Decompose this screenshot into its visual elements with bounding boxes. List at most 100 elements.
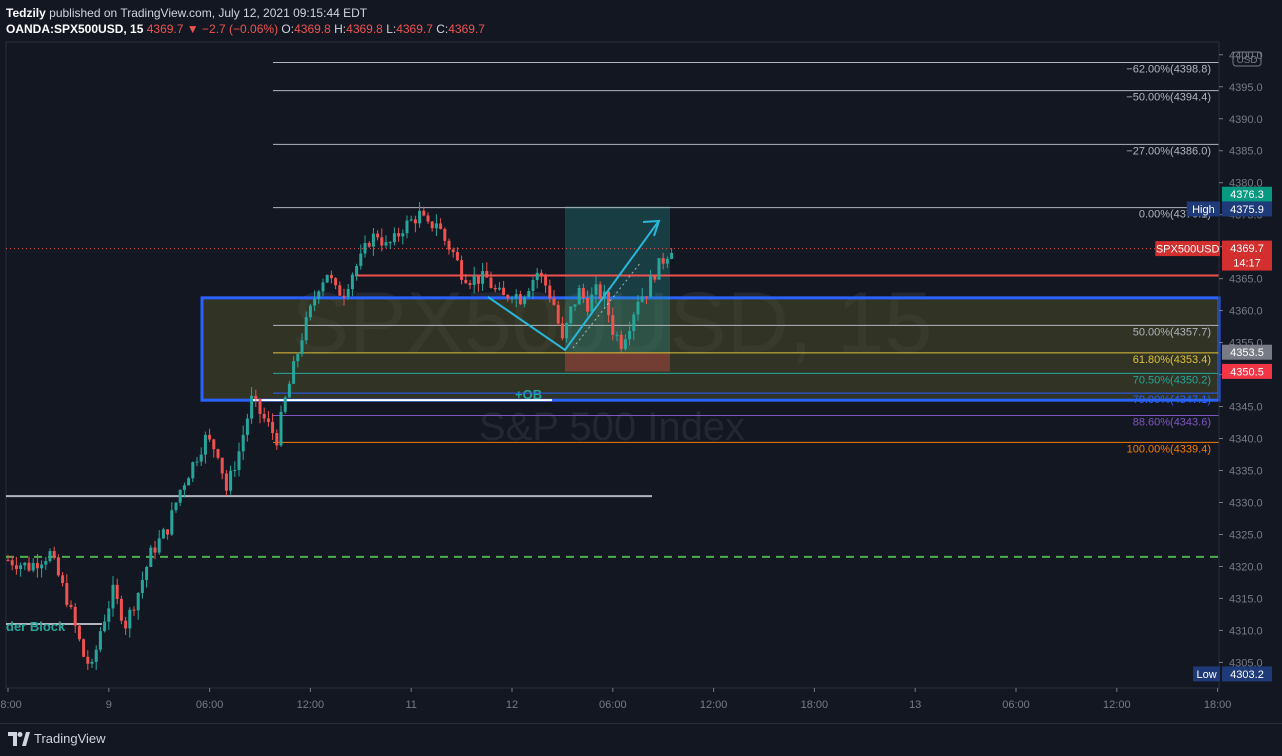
candle-body [195, 461, 199, 463]
fib-label-7: 79.00%(4347.1) [1133, 394, 1211, 406]
candle-body [556, 304, 560, 324]
time-tick-label: 06:00 [1002, 699, 1030, 711]
candle-body [434, 223, 438, 229]
candle-body [208, 434, 212, 440]
candle-body [439, 223, 443, 229]
candle-body [665, 258, 669, 264]
symbol-name[interactable]: OANDA:SPX500USD, 15 [6, 22, 143, 36]
candle-body [560, 323, 564, 339]
tradingview-logo-icon[interactable] [8, 732, 30, 746]
stop-zone [565, 352, 670, 372]
candle-body [241, 434, 245, 452]
last-price: 4369.7 [146, 22, 184, 36]
candle-body [266, 418, 270, 422]
candle-body [140, 579, 144, 593]
currency-label: USD [1236, 55, 1257, 66]
candle-body [397, 233, 401, 237]
candle-body [653, 276, 657, 280]
low-value: 4369.7 [396, 22, 433, 36]
price-tick-label: 4395.0 [1229, 82, 1263, 94]
candle-body [451, 249, 455, 253]
candle-body [443, 228, 447, 241]
candle-body [220, 457, 224, 474]
candle-body [481, 271, 485, 284]
price-tick-label: 4330.0 [1229, 498, 1263, 510]
candle-body [48, 551, 52, 562]
candle-body [413, 219, 417, 224]
candle-body [401, 233, 405, 237]
candle-body [279, 411, 283, 446]
candle-body [199, 454, 203, 462]
candle-body [174, 502, 178, 511]
publish-info: Tedzily published on TradingView.com, Ju… [6, 6, 367, 20]
candle-body [531, 279, 535, 291]
candle-body [170, 510, 174, 535]
candle-body [615, 334, 619, 336]
candle-body [292, 361, 296, 384]
time-tick-label: 06:00 [196, 699, 224, 711]
price-tick-label: 4365.0 [1229, 274, 1263, 286]
candle-body [94, 649, 98, 662]
low-label: L: [386, 22, 397, 36]
candle-body [250, 395, 254, 419]
candle-body [539, 272, 543, 277]
candle-body [40, 564, 44, 569]
candle-body [628, 331, 632, 340]
time-tick-label: 12:00 [1103, 699, 1131, 711]
price-tick-label: 4310.0 [1229, 625, 1263, 637]
footer-brand[interactable]: TradingView [34, 731, 106, 746]
candle-body [523, 296, 527, 305]
candle-body [405, 220, 409, 234]
candle-body [644, 296, 648, 298]
candle-body [304, 317, 308, 341]
candle-body [392, 233, 396, 243]
price-tag-prefix-5: Low [1196, 669, 1216, 681]
price-tick-label: 4360.0 [1229, 306, 1263, 318]
candle-body [577, 287, 581, 305]
candle-body [90, 661, 94, 664]
candle-body [552, 298, 556, 305]
candle-body [296, 353, 300, 362]
down-arrow-icon: ▼ [186, 22, 199, 36]
candle-body [338, 285, 342, 296]
candle-body [649, 276, 653, 298]
price-tick-label: 4340.0 [1229, 434, 1263, 446]
candle-body [128, 609, 132, 629]
price-tag-value-3: 4353.5 [1230, 347, 1264, 359]
candle-body [107, 608, 111, 622]
candle-body [56, 557, 60, 576]
candle-body [363, 243, 367, 254]
fib-label-6: 70.50%(4350.2) [1133, 374, 1211, 386]
time-tick-label: 12 [506, 699, 518, 711]
candle-body [191, 462, 195, 479]
candle-body [187, 478, 191, 486]
candle-body [86, 656, 90, 664]
candle-body [31, 562, 35, 571]
candle-body [623, 339, 627, 349]
author-name[interactable]: Tedzily [6, 6, 46, 20]
candle-body [212, 439, 216, 450]
candle-body [119, 598, 123, 621]
candle-body [245, 418, 249, 435]
candle-body [598, 284, 602, 299]
candle-body [409, 219, 413, 221]
candle-body [464, 279, 468, 284]
order-block-left-label: der Block [6, 619, 66, 634]
candle-body [161, 529, 165, 539]
fib-label-9: 100.00%(4339.4) [1127, 443, 1211, 455]
candle-body [489, 277, 493, 288]
candle-body [275, 433, 279, 446]
price-tick-label: 4325.0 [1229, 529, 1263, 541]
candle-body [388, 242, 392, 244]
candle-body [350, 274, 354, 290]
candle-body [460, 260, 464, 280]
candle-body [371, 233, 375, 247]
price-chart[interactable]: SPX500USD, 15S&P 500 Index+OB−62.00%(439… [0, 0, 1282, 723]
candle-body [103, 621, 107, 632]
candle-body [367, 243, 371, 247]
price-tick-label: 4320.0 [1229, 561, 1263, 573]
candle-body [384, 242, 388, 246]
candle-body [19, 565, 23, 570]
fib-label-2: −27.00%(4386.0) [1126, 145, 1211, 157]
candle-body [418, 210, 422, 224]
